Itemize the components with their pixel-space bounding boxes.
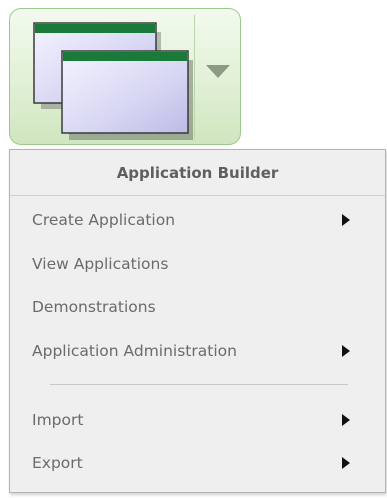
application-windows-icon[interactable]	[10, 9, 194, 146]
application-builder-button[interactable]	[9, 8, 241, 145]
menu-item-label: Import	[32, 411, 84, 429]
menu-item-label: Export	[32, 454, 83, 472]
menu-item-demonstrations[interactable]: Demonstrations	[10, 287, 385, 327]
submenu-arrow-icon	[342, 457, 350, 469]
application-builder-menu: Application Builder Create Application V…	[9, 149, 386, 493]
menu-item-export[interactable]: Export	[10, 443, 385, 483]
dropdown-toggle[interactable]	[195, 9, 241, 146]
menu-separator	[50, 384, 348, 385]
menu-item-view-applications[interactable]: View Applications	[10, 244, 385, 284]
menu-item-label: View Applications	[32, 255, 169, 273]
menu-item-label: Demonstrations	[32, 298, 156, 316]
menu-item-import[interactable]: Import	[10, 400, 385, 440]
chevron-down-icon	[206, 65, 230, 78]
menu-header: Application Builder	[10, 150, 385, 196]
submenu-arrow-icon	[342, 414, 350, 426]
submenu-arrow-icon	[342, 214, 350, 226]
menu-item-label: Create Application	[32, 211, 176, 229]
menu-item-label: Application Administration	[32, 342, 237, 360]
menu-item-application-administration[interactable]: Application Administration	[10, 331, 385, 371]
menu-header-title: Application Builder	[116, 163, 279, 182]
submenu-arrow-icon	[342, 345, 350, 357]
menu-item-create-application[interactable]: Create Application	[10, 200, 385, 240]
